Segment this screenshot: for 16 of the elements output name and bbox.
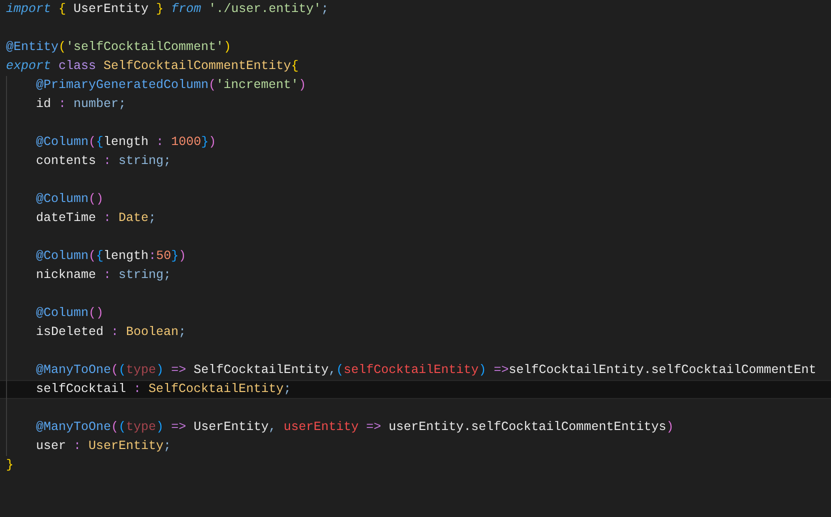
- code-line: @ManyToOne((type) => UserEntity, userEntity => userEntity.selfCocktailCommentEntitys): [0, 418, 831, 437]
- code-line: }: [5, 457, 15, 474]
- code-line: id : number;: [0, 95, 831, 114]
- code-line: contents : string;: [0, 152, 831, 171]
- code-line: nickname : string;: [0, 266, 831, 285]
- code-line: @Column(): [0, 190, 831, 209]
- code-line: @Column({length : 1000}): [0, 133, 831, 152]
- code-line: @PrimaryGeneratedColumn('increment'): [0, 76, 831, 95]
- code-line: @Column({length:50}): [0, 247, 831, 266]
- code-line: isDeleted : Boolean;: [0, 323, 831, 342]
- code-line: @Entity('selfCocktailComment'): [5, 39, 232, 56]
- code-line: user : UserEntity;: [0, 437, 831, 456]
- code-line: import { UserEntity } from './user.entity';: [5, 1, 330, 18]
- code-line: export class SelfCocktailCommentEntity{: [5, 58, 300, 75]
- code-line: @Column(): [0, 304, 831, 323]
- code-line: dateTime : Date;: [0, 209, 831, 228]
